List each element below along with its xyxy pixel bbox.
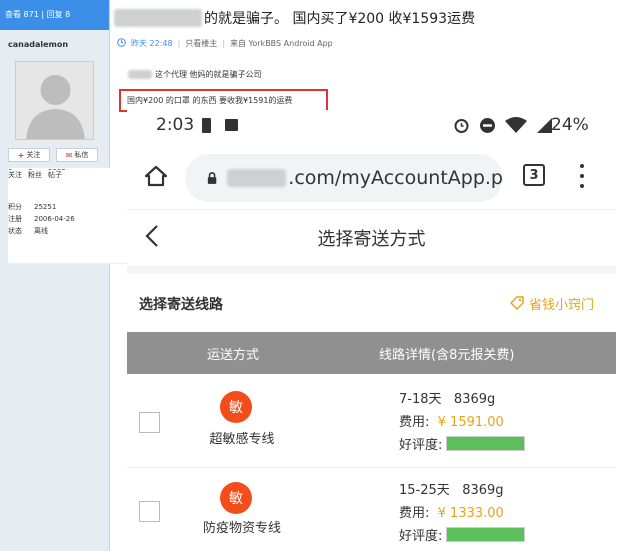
rating-bar [446,436,526,451]
table-header: 运送方式 线路详情(含8元报关费) [127,332,616,374]
saving-tip-label: 省钱小窍门 [529,298,595,313]
user-meta: 积分 25251 注册 2006-04-26 状态 离线 [8,201,75,237]
lock-icon [207,172,217,184]
column-header-method: 运送方式 [207,348,260,363]
route-label: 选择寄送线路 [139,297,223,313]
column-header-detail: 线路详情(含8元报关费) [379,348,515,363]
url-field[interactable]: .com/myAccountApp.p [185,154,503,202]
post-time: 昨天 22:48 [131,39,173,48]
rating-bar [446,527,526,542]
phone-status-bar: 2:03 24% [127,110,616,146]
shipping-route-row[interactable]: 敏 防疫物资专线 15-25天 8369g 费用: ¥ 1333.00 好评度: [127,469,616,551]
redacted-url [227,169,287,187]
route-fee: 费用: ¥ 1591.00 [399,411,504,430]
saving-tip-link[interactable]: 省钱小窍门 [510,294,594,313]
battery-icon [202,118,211,133]
battery-percent: 24% [551,115,589,135]
phone-time: 2:03 [156,115,195,135]
clock-icon [117,38,126,49]
route-name: 超敏感专线 [209,432,275,447]
page-header: 选择寄送方式 [127,209,616,261]
route-section-header: 选择寄送线路 省钱小窍门 [127,266,616,326]
shipping-route-row[interactable]: 敏 超敏感专线 7-18天 8369g 费用: ¥ 1591.00 好评度: [127,374,616,468]
message-button[interactable]: ✉ 私信 [56,148,98,162]
register-label: 注册 [8,215,22,223]
highlighted-text: 国内¥200 的口罩 的东西 要收我¥1591的运费 [119,89,328,112]
route-duration: 15-25天 [399,483,450,498]
rating-label: 好评度: [399,529,443,544]
fee-value: ¥ 1591.00 [437,415,504,430]
tag-icon [510,296,524,311]
points-label: 积分 [8,203,22,211]
post-line: 这个代理 他妈的就是骗子公司 [128,69,262,80]
page-title: 选择寄送方式 [317,229,426,250]
route-checkbox[interactable] [139,412,160,433]
username[interactable]: canadalemon [0,30,109,49]
route-duration-weight: 7-18天 8369g [399,388,495,407]
route-fee: 费用: ¥ 1333.00 [399,502,504,521]
image-icon [225,119,238,131]
alarm-icon [454,119,469,133]
embedded-phone-screenshot: 2:03 24% .com/myAccountApp.p 3 选择寄送方式 选择… [127,110,616,551]
divider: | [222,39,226,48]
post-meta: 昨天 22:48 | 只看楼主 | 来自 YorkBBS Android App [117,38,333,49]
rating-fill [447,437,525,450]
route-weight: 8369g [453,392,496,407]
fee-value: ¥ 1333.00 [437,506,504,521]
fee-label: 费用: [399,506,430,521]
sensitive-badge-icon: 敏 [220,391,252,423]
more-menu-icon[interactable] [578,164,586,188]
only-author-link[interactable]: 只看楼主 [185,38,217,49]
message-label: 私信 [74,151,89,159]
plus-icon: + [17,150,25,160]
url-text: .com/myAccountApp.p [288,167,503,189]
tab-count-button[interactable]: 3 [523,164,545,186]
thread-stats: 查看 871 | 回复 8 [0,0,109,30]
post-source: 来自 YorkBBS Android App [230,39,333,48]
route-rating: 好评度: [399,434,526,453]
post-title: 的就是骗子。 国内买了¥200 收¥1593运费 [204,11,476,27]
post-title-row: 的就是骗子。 国内买了¥200 收¥1593运费 [110,0,640,30]
redacted-text [128,70,152,79]
route-name: 防疫物资专线 [202,521,281,536]
avatar[interactable] [15,61,94,140]
user-sidebar: 查看 871 | 回复 8 canadalemon + 关注 ✉ 私信 0 0 … [0,0,497,551]
status-value: 离线 [34,227,48,235]
follow-label: 关注 [26,151,41,159]
route-duration: 7-18天 [399,392,442,407]
divider: | [177,39,181,48]
follow-button[interactable]: + 关注 [8,148,50,162]
route-checkbox[interactable] [139,501,160,522]
wifi-icon [505,117,527,133]
do-not-disturb-icon [480,118,495,133]
route-weight: 8369g [462,483,504,498]
mail-icon: ✉ [65,150,73,160]
route-duration-weight: 15-25天 8369g [399,479,504,498]
browser-url-bar: .com/myAccountApp.p 3 [127,150,616,205]
fee-label: 费用: [399,415,430,430]
points-value: 25251 [34,203,57,211]
home-icon[interactable] [144,165,168,187]
forum-page: 查看 871 | 回复 8 canadalemon + 关注 ✉ 私信 0 0 … [0,0,640,551]
sensitive-badge-icon: 敏 [220,482,252,514]
register-date: 2006-04-26 [34,215,75,223]
rating-fill [447,528,525,541]
redacted-text [114,9,202,27]
rating-label: 好评度: [399,438,443,453]
route-rating: 好评度: [399,525,526,544]
status-label: 状态 [8,227,22,235]
post-text: 这个代理 他妈的就是骗子公司 [155,70,262,79]
